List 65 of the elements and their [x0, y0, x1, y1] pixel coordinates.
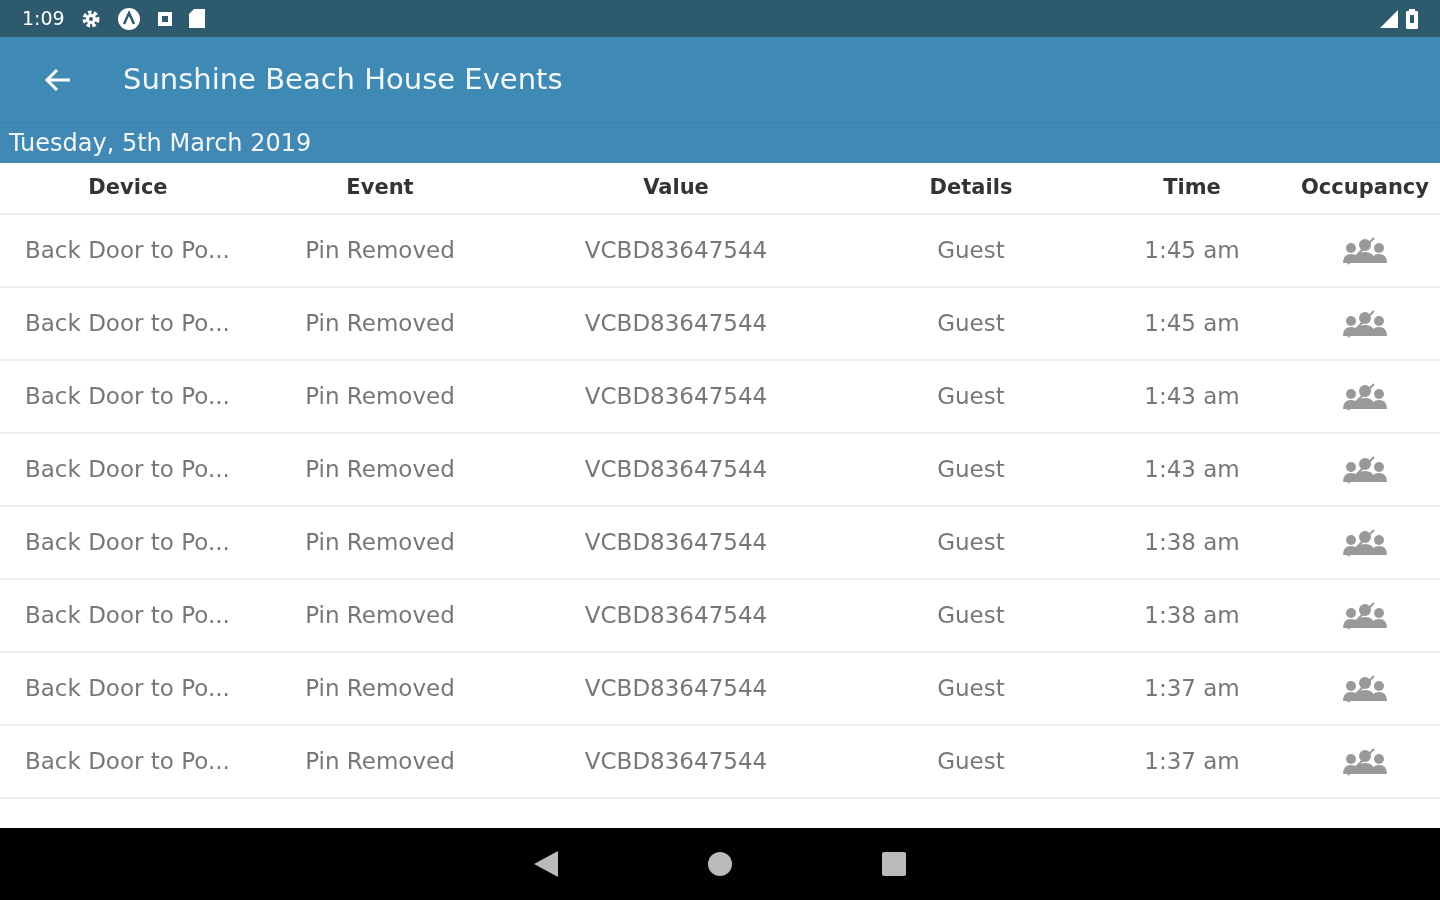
- table-cell-text: Guest: [937, 747, 1005, 777]
- table-cell-text: 1:38 am: [1144, 601, 1240, 631]
- table-cell-text: Pin Removed: [305, 309, 455, 339]
- table-cell-text: Back Door to Po...: [25, 674, 230, 704]
- table-cell-text: Pin Removed: [305, 455, 455, 485]
- column-header: Value: [643, 174, 709, 202]
- table-cell-text: VCBD83647544: [584, 236, 768, 266]
- table-cell-text: 1:45 am: [1144, 309, 1240, 339]
- people-icon: [1342, 601, 1388, 630]
- table-cell-text: Back Door to Po...: [25, 747, 230, 777]
- settings-icon: [80, 8, 101, 29]
- table-cell-text: Pin Removed: [305, 528, 455, 558]
- people-icon: [1342, 236, 1388, 265]
- date-label: Tuesday, 5th March 2019: [9, 128, 312, 159]
- table-cell-text: VCBD83647544: [584, 309, 768, 339]
- table-cell-text: Back Door to Po...: [25, 528, 230, 558]
- table-cell-text: Pin Removed: [305, 382, 455, 412]
- signal-icon: [1380, 9, 1398, 28]
- battery-icon: [1406, 8, 1418, 29]
- table-cell-text: Pin Removed: [305, 236, 455, 266]
- table-cell-text: VCBD83647544: [584, 528, 768, 558]
- table-cell-text: Guest: [937, 309, 1005, 339]
- column-header: Occupancy: [1301, 174, 1429, 202]
- table-cell-text: Guest: [937, 601, 1005, 631]
- table-cell-text: VCBD83647544: [584, 674, 768, 704]
- table-cell-text: VCBD83647544: [584, 382, 768, 412]
- people-icon: [1342, 455, 1388, 484]
- people-icon: [1342, 674, 1388, 703]
- table-cell-text: Guest: [937, 382, 1005, 412]
- table-cell-text: VCBD83647544: [584, 455, 768, 485]
- screen-title: Sunshine Beach House Events: [123, 60, 563, 98]
- table-cell-text: Pin Removed: [305, 601, 455, 631]
- sd-card-icon: [188, 9, 205, 28]
- status-time: 1:09: [22, 6, 65, 32]
- column-header: Event: [346, 174, 414, 202]
- table-cell-text: Back Door to Po...: [25, 382, 230, 412]
- table-cell-text: Guest: [937, 236, 1005, 266]
- table-cell-text: Guest: [937, 528, 1005, 558]
- table-cell-text: Back Door to Po...: [25, 309, 230, 339]
- people-icon: [1342, 747, 1388, 776]
- people-icon: [1342, 382, 1388, 411]
- table-cell-text: VCBD83647544: [584, 601, 768, 631]
- table-cell-text: Guest: [937, 455, 1005, 485]
- column-header: Device: [88, 174, 168, 202]
- table-cell-text: 1:37 am: [1144, 747, 1240, 777]
- table-cell-text: 1:38 am: [1144, 528, 1240, 558]
- table-cell-text: 1:43 am: [1144, 382, 1240, 412]
- nav-home-icon[interactable]: [708, 852, 732, 876]
- table-cell-text: Pin Removed: [305, 747, 455, 777]
- circle-a-icon: [116, 6, 141, 31]
- table-cell-text: Back Door to Po...: [25, 455, 230, 485]
- table-cell-text: Guest: [937, 674, 1005, 704]
- people-icon: [1342, 309, 1388, 338]
- table-cell-text: VCBD83647544: [584, 747, 768, 777]
- table-cell-text: Back Door to Po...: [25, 601, 230, 631]
- people-icon: [1342, 528, 1388, 557]
- column-header: Details: [929, 174, 1013, 202]
- table-cell-text: Back Door to Po...: [25, 236, 230, 266]
- table-cell-text: 1:45 am: [1144, 236, 1240, 266]
- column-header: Time: [1163, 174, 1221, 202]
- table-cell-text: 1:43 am: [1144, 455, 1240, 485]
- table-cell-text: 1:37 am: [1144, 674, 1240, 704]
- table-cell-text: Pin Removed: [305, 674, 455, 704]
- nav-back-icon[interactable]: [534, 851, 558, 877]
- notification-icon: [156, 10, 173, 27]
